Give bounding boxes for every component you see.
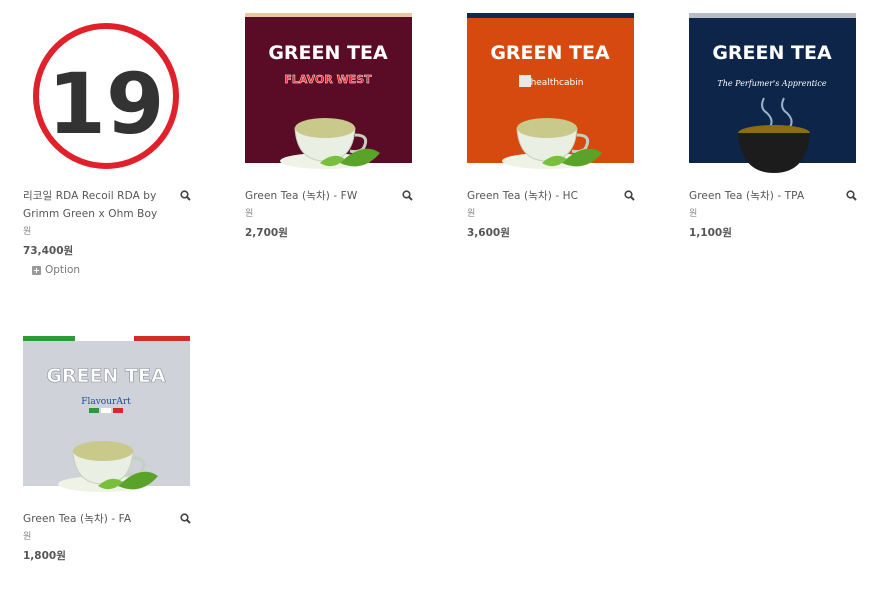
product-image[interactable]: 19 (23, 13, 190, 173)
product-price: 1,800원 (23, 550, 66, 562)
product-price: 3,600원 (467, 227, 510, 239)
green-tea-label-icon: GREEN TEA healthcabin (467, 13, 634, 169)
product-image[interactable]: GREEN TEA FlavourArt (23, 336, 190, 496)
product-name[interactable]: 리코일 RDA Recoil RDA by Grimm Green x Ohm … (23, 187, 168, 223)
product-unit: 원 (467, 209, 476, 219)
zoom-icon[interactable] (401, 189, 415, 203)
svg-text:healthcabin: healthcabin (531, 78, 584, 88)
green-tea-label-icon: GREEN TEA FLAVOR WEST (245, 13, 412, 169)
svg-text:The Perfumer's Apprentice: The Perfumer's Apprentice (717, 79, 826, 88)
product-image[interactable]: GREEN TEA healthcabin (467, 13, 634, 173)
svg-text:19: 19 (48, 55, 165, 153)
svg-text:GREEN TEA: GREEN TEA (268, 42, 388, 64)
option-button[interactable]: Option (23, 264, 193, 276)
product-price: 73,400원 (23, 245, 74, 257)
plus-box-icon (32, 265, 41, 275)
product-unit: 원 (689, 209, 698, 219)
product-unit: 원 (245, 209, 254, 219)
product-unit: 원 (23, 532, 32, 542)
product-name[interactable]: Green Tea (녹차) - HC (467, 187, 612, 205)
product-image[interactable]: GREEN TEA FLAVOR WEST (245, 13, 412, 173)
svg-text:GREEN TEA: GREEN TEA (712, 42, 832, 64)
product-name[interactable]: Green Tea (녹차) - FA (23, 510, 168, 528)
svg-text:FlavourArt: FlavourArt (81, 397, 131, 407)
svg-text:GREEN TEA: GREEN TEA (490, 42, 610, 64)
product-unit: 원 (23, 227, 32, 237)
zoom-icon[interactable] (623, 189, 637, 203)
option-label: Option (45, 264, 81, 276)
green-tea-label-icon: GREEN TEA FlavourArt (23, 336, 190, 492)
zoom-icon[interactable] (179, 189, 193, 203)
svg-text:FLAVOR WEST: FLAVOR WEST (284, 73, 372, 86)
product-price: 2,700원 (245, 227, 288, 239)
product-name[interactable]: Green Tea (녹차) - FW (245, 187, 390, 205)
age-19-badge-icon: 19 (33, 23, 179, 169)
svg-text:GREEN TEA: GREEN TEA (46, 365, 166, 387)
product-name[interactable]: Green Tea (녹차) - TPA (689, 187, 834, 205)
zoom-icon[interactable] (845, 189, 859, 203)
zoom-icon[interactable] (179, 512, 193, 526)
product-image[interactable]: GREEN TEA The Perfumer's Apprentice (689, 13, 856, 173)
green-tea-label-icon: GREEN TEA The Perfumer's Apprentice (689, 13, 856, 173)
product-price: 1,100원 (689, 227, 732, 239)
